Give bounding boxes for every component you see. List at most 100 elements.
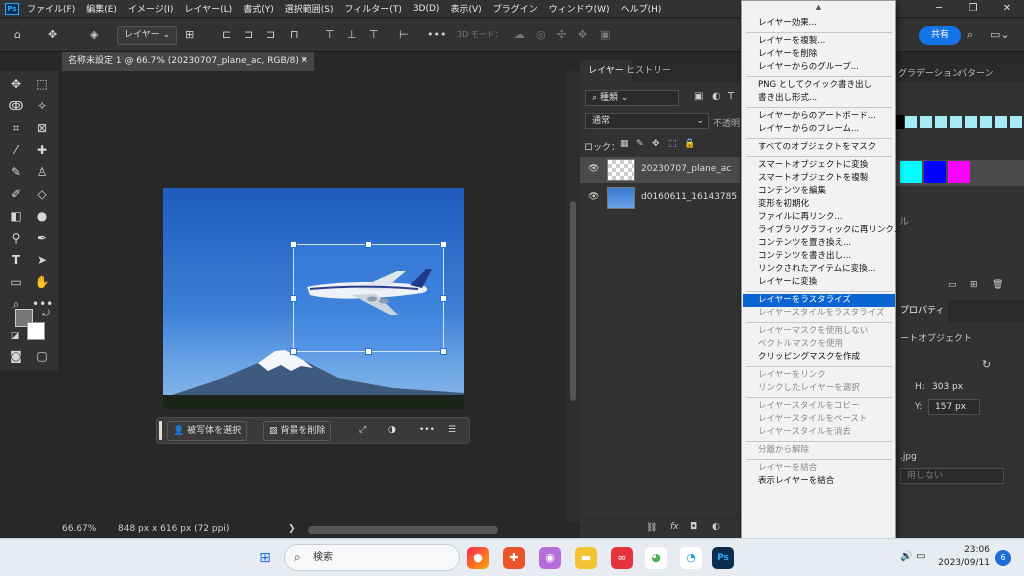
menu-item[interactable]: スマートオブジェクトに変換 <box>743 159 895 172</box>
menu-item[interactable]: すべてのオブジェクトをマスク <box>743 141 895 154</box>
close-tab-icon[interactable]: ✕ <box>300 52 308 71</box>
align-top-icon[interactable]: ⊓ <box>290 27 299 43</box>
menu-item[interactable]: レイヤーをラスタライズ <box>743 294 895 307</box>
tab-properties[interactable]: プロパティ <box>896 300 949 322</box>
more-options-icon[interactable]: ••• <box>427 27 446 43</box>
tab-patterns[interactable]: パターン <box>958 66 994 79</box>
select-subject-button[interactable]: 👤 被写体を選択 <box>167 421 248 441</box>
menu-3d[interactable]: 3D(D) <box>413 4 440 14</box>
menu-item[interactable]: レイヤー効果... <box>743 17 895 30</box>
app-icon[interactable]: ◉ <box>539 547 561 569</box>
adjustment-icon[interactable]: ◑ <box>383 421 401 441</box>
orbit-3d-icon[interactable]: ☁ <box>514 27 525 43</box>
menu-item[interactable]: レイヤーからのグループ... <box>743 61 895 74</box>
dodge-tool-icon[interactable]: ⚲ <box>6 229 26 247</box>
remove-background-button[interactable]: ▨ 背景を削除 <box>263 421 332 441</box>
restore-icon[interactable]: ❐ <box>956 0 990 18</box>
app-icon[interactable]: ✚ <box>503 547 525 569</box>
menu-item[interactable]: コンテンツを置き換え... <box>743 237 895 250</box>
layer-comp-dropdown[interactable]: 用しない <box>900 468 1004 484</box>
menu-item[interactable]: ライブラリグラフィックに再リンク... <box>743 224 902 237</box>
tab-history[interactable]: ヒストリー <box>618 60 679 82</box>
fx-button[interactable]: fx <box>670 522 679 532</box>
chrome-icon[interactable]: ◕ <box>645 547 667 569</box>
distribute-middle-icon[interactable]: ⊥ <box>347 27 357 43</box>
swatch[interactable] <box>924 161 946 183</box>
swatch[interactable] <box>904 115 918 129</box>
horizontal-scrollbar[interactable] <box>308 526 498 534</box>
transform-handle-top[interactable] <box>365 241 372 248</box>
transform-handle-tr[interactable] <box>440 241 447 248</box>
blend-mode-dropdown[interactable]: 通常 ⌄ <box>585 113 709 129</box>
menu-item[interactable]: コンテンツを編集 <box>743 185 895 198</box>
menu-filter[interactable]: フィルター(T) <box>344 2 401 15</box>
photoshop-taskbar-icon[interactable]: Ps <box>712 547 734 569</box>
swatch[interactable] <box>900 161 922 183</box>
move-tool-icon[interactable]: ✥ <box>48 27 57 43</box>
menu-edit[interactable]: 編集(E) <box>86 2 117 15</box>
transform-controls-icon[interactable]: ⊞ <box>185 27 194 43</box>
transform-icon[interactable]: ⤢ <box>354 421 371 441</box>
volume-icon[interactable]: 🔊 <box>900 551 912 562</box>
taskbar-search[interactable]: ⌕ 検索 <box>284 544 460 571</box>
menu-type[interactable]: 書式(Y) <box>243 2 274 15</box>
copilot-icon[interactable]: ● <box>467 547 489 569</box>
align-right-icon[interactable]: ⊐ <box>266 27 275 43</box>
link-layers-icon[interactable]: ⛓ <box>646 523 657 533</box>
more-button[interactable]: ••• <box>414 421 440 441</box>
system-clock[interactable]: 23:06 2023/09/11 <box>928 544 990 570</box>
scale-3d-icon[interactable]: ▣ <box>600 27 610 43</box>
transform-handle-br[interactable] <box>440 348 447 355</box>
swatch[interactable] <box>919 115 933 129</box>
swatch[interactable] <box>964 115 978 129</box>
visibility-eye-icon[interactable]: 👁 <box>588 164 599 174</box>
menu-item[interactable]: コンテンツを書き出し... <box>743 250 895 263</box>
menu-item[interactable]: レイヤーからのアートボード... <box>743 110 895 123</box>
default-colors-icon[interactable]: ◪ <box>5 327 25 345</box>
layer-select-dropdown[interactable]: レイヤー ⌄ <box>117 26 178 45</box>
edge-icon[interactable]: ◔ <box>680 547 702 569</box>
transform-bounding-box[interactable] <box>290 241 447 355</box>
y-position-input[interactable]: 157 px <box>928 399 980 415</box>
windows-start-icon[interactable]: ⊞ <box>254 547 276 569</box>
home-icon[interactable]: ⌂ <box>14 27 21 43</box>
hand-tool-icon[interactable]: ✋ <box>32 273 52 291</box>
history-brush-icon[interactable]: ✐ <box>6 185 26 203</box>
move-tool-icon[interactable]: ✥ <box>6 75 26 93</box>
transform-handle-left[interactable] <box>290 295 297 302</box>
filter-type-icon[interactable]: T <box>728 91 734 102</box>
crop-tool-icon[interactable]: ⌗ <box>6 119 26 137</box>
layer-row[interactable]: 👁 d0160611_16143785 <box>580 185 740 211</box>
auto-select-icon[interactable]: ◈ <box>90 27 98 43</box>
swatch[interactable] <box>948 161 970 183</box>
close-icon[interactable]: ✕ <box>990 0 1024 18</box>
swatch[interactable] <box>994 115 1008 129</box>
type-tool-icon[interactable]: T <box>6 251 26 269</box>
quick-mask-icon[interactable]: ◙ <box>6 347 26 365</box>
stamp-tool-icon[interactable]: ♙ <box>32 163 52 181</box>
height-value[interactable]: 303 px <box>932 382 963 392</box>
visibility-eye-icon[interactable]: 👁 <box>588 192 599 202</box>
drag-3d-icon[interactable]: ✣ <box>557 27 566 43</box>
add-mask-icon[interactable]: ◘ <box>690 522 697 532</box>
magic-wand-icon[interactable]: ✧ <box>32 97 52 115</box>
lock-artboard-icon[interactable]: ⬚ <box>668 139 677 149</box>
lock-move-icon[interactable]: ✥ <box>652 139 660 149</box>
menu-scroll-up-icon[interactable]: ▲ <box>742 3 895 11</box>
scrollbar-thumb[interactable] <box>570 201 576 401</box>
settings-sliders-icon[interactable]: ☰ <box>443 421 461 441</box>
align-left-icon[interactable]: ⊏ <box>222 27 231 43</box>
menu-item[interactable]: レイヤーに変換 <box>743 276 895 289</box>
menu-select[interactable]: 選択範囲(S) <box>285 2 334 15</box>
swatch[interactable] <box>1009 115 1023 129</box>
menu-item[interactable]: クリッピングマスクを作成 <box>743 351 895 364</box>
healing-brush-icon[interactable]: ✚ <box>32 141 52 159</box>
lasso-tool-icon[interactable]: ↂ <box>6 97 26 115</box>
slide-3d-icon[interactable]: ✥ <box>578 27 587 43</box>
menu-item[interactable]: 表示レイヤーを結合 <box>743 475 895 488</box>
share-button[interactable]: 共有 <box>919 26 961 45</box>
menu-window[interactable]: ウィンドウ(W) <box>549 2 610 15</box>
menu-plugins[interactable]: プラグイン <box>493 2 538 15</box>
menu-help[interactable]: ヘルプ(H) <box>621 2 662 15</box>
roll-3d-icon[interactable]: ◎ <box>536 27 546 43</box>
